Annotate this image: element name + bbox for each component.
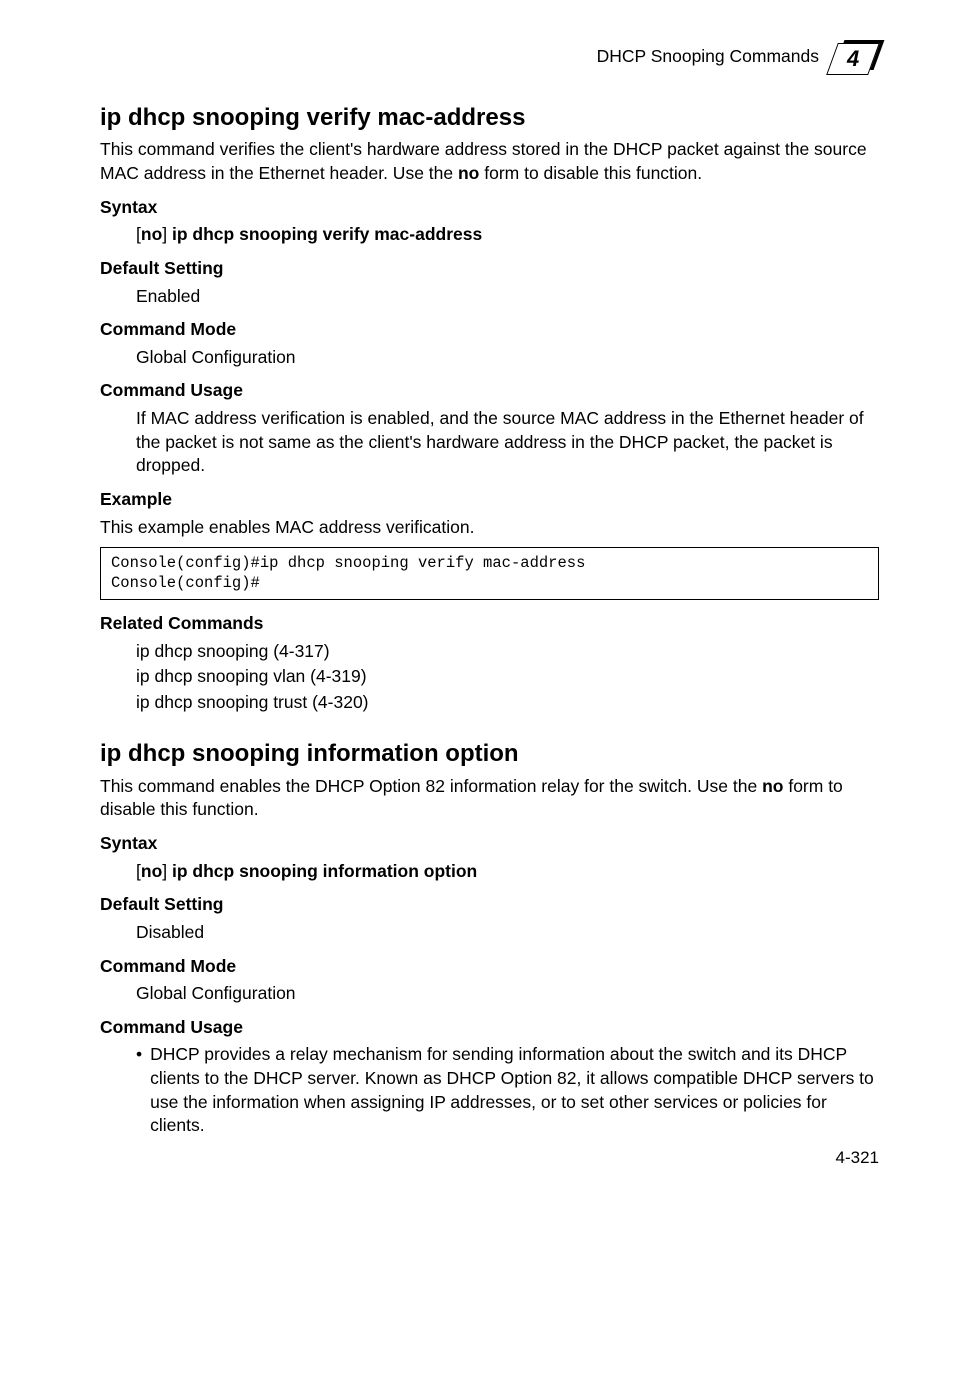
syntax-line: [no] ip dhcp snooping verify mac-address [136, 223, 879, 247]
related-commands-label: Related Commands [100, 612, 879, 636]
page-number: 4-321 [836, 1147, 879, 1170]
related-command-item: ip dhcp snooping (4-317) [136, 640, 879, 664]
default-setting-label: Default Setting [100, 257, 879, 281]
intro-text-bold-no: no [762, 776, 783, 796]
command-mode-value: Global Configuration [136, 982, 879, 1006]
chapter-badge: 4 [833, 40, 879, 74]
intro-paragraph: This command verifies the client's hardw… [100, 138, 879, 185]
command-mode-value: Global Configuration [136, 346, 879, 370]
command-usage-text: If MAC address verification is enabled, … [136, 407, 879, 478]
command-mode-label: Command Mode [100, 955, 879, 979]
command-usage-label: Command Usage [100, 379, 879, 403]
usage-bullet-item: • DHCP provides a relay mechanism for se… [136, 1043, 879, 1138]
related-command-item: ip dhcp snooping trust (4-320) [136, 691, 879, 715]
command-mode-label: Command Mode [100, 318, 879, 342]
syntax-label: Syntax [100, 196, 879, 220]
syntax-line: [no] ip dhcp snooping information option [136, 860, 879, 884]
syntax-label: Syntax [100, 832, 879, 856]
default-setting-value: Enabled [136, 285, 879, 309]
bullet-dot-icon: • [136, 1043, 142, 1138]
usage-bullet-text: DHCP provides a relay mechanism for send… [150, 1043, 879, 1138]
syntax-command: ip dhcp snooping verify mac-address [167, 224, 482, 244]
running-title: DHCP Snooping Commands [597, 45, 819, 69]
intro-text-suffix: form to disable this function. [479, 163, 702, 183]
command-usage-label: Command Usage [100, 1016, 879, 1040]
intro-paragraph: This command enables the DHCP Option 82 … [100, 775, 879, 822]
default-setting-label: Default Setting [100, 893, 879, 917]
section-title-verify-mac: ip dhcp snooping verify mac-address [100, 102, 879, 134]
example-intro: This example enables MAC address verific… [100, 516, 879, 540]
syntax-command: ip dhcp snooping information option [167, 861, 477, 881]
intro-text-bold-no: no [458, 163, 479, 183]
syntax-no: no [141, 224, 162, 244]
default-setting-value: Disabled [136, 921, 879, 945]
example-label: Example [100, 488, 879, 512]
chapter-number: 4 [847, 44, 859, 74]
related-command-item: ip dhcp snooping vlan (4-319) [136, 665, 879, 689]
intro-text-prefix: This command enables the DHCP Option 82 … [100, 776, 762, 796]
syntax-no: no [141, 861, 162, 881]
page-header: DHCP Snooping Commands 4 [100, 40, 879, 74]
section-title-info-option: ip dhcp snooping information option [100, 738, 879, 770]
example-code-block: Console(config)#ip dhcp snooping verify … [100, 547, 879, 600]
